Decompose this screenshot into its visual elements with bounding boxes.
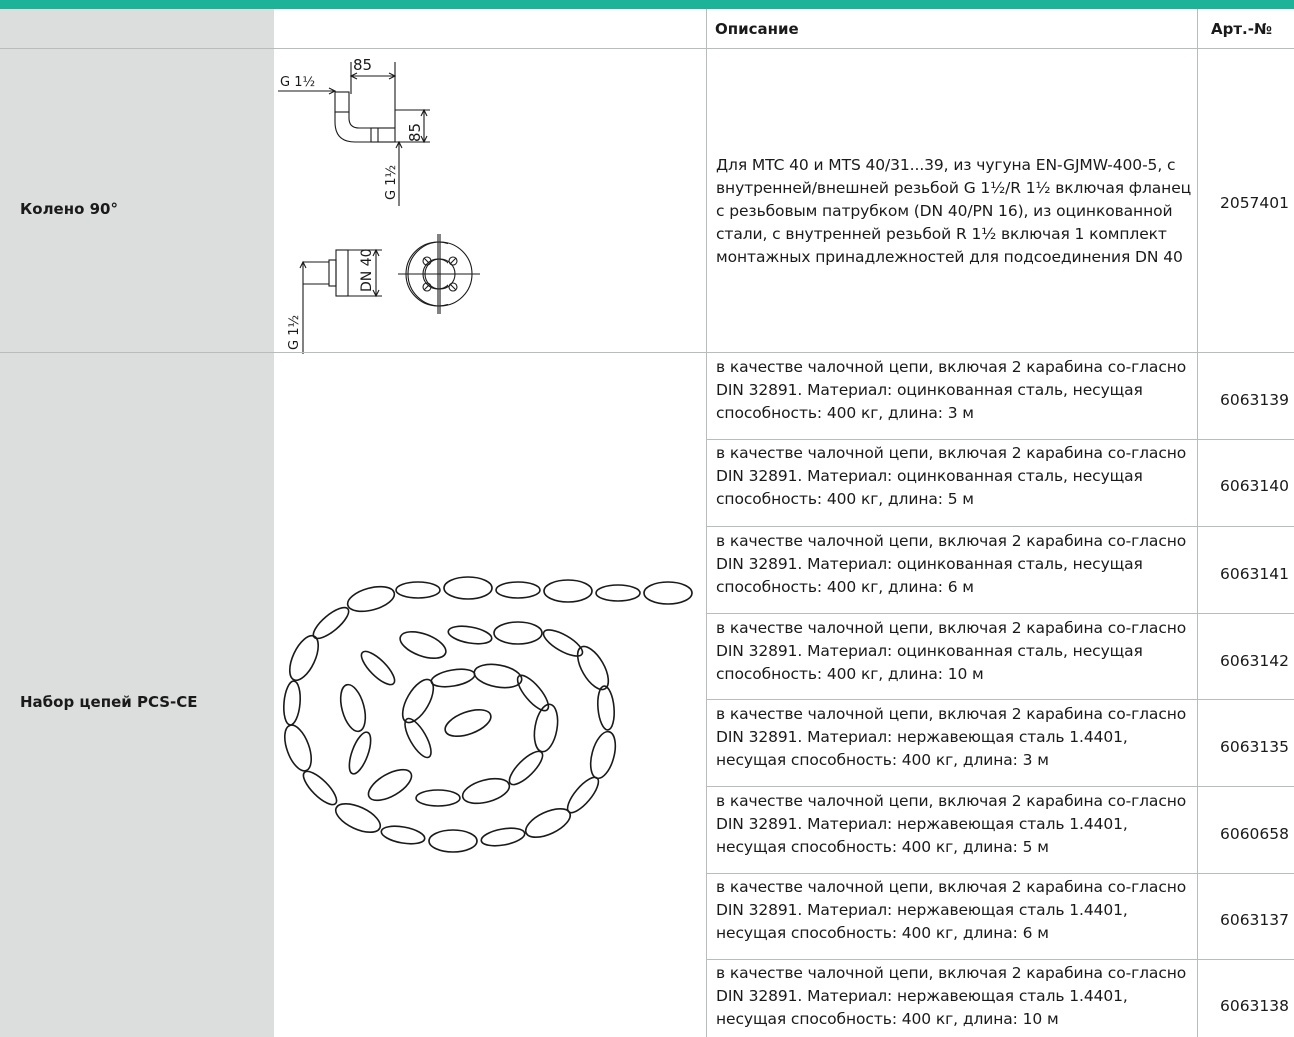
thread-label-vertical: G 1½ [384,165,399,200]
row-divider-chain-3 [706,613,1294,614]
top-accent-bar [0,0,1294,9]
chain-row-6-description: в качестве чалочной цепи, включая 2 кара… [716,792,1187,856]
chain-row-7-article: 6063137 [1219,911,1289,929]
row-divider-chain-1 [706,439,1294,440]
chain-row-1-article: 6063139 [1219,391,1289,409]
chain-row-8-description: в качестве чалочной цепи, включая 2 кара… [716,964,1187,1028]
header-name-cell [0,9,274,49]
product-name-column [0,49,274,1037]
chain-row-2-article: 6063140 [1219,477,1289,495]
flange-thread-label: G 1½ [287,315,302,350]
product-name-elbow: Колено 90° [20,200,118,218]
column-divider-article [1197,9,1198,1037]
chain-row-4-description: в качестве чалочной цепи, включая 2 кара… [716,619,1187,683]
chain-row-7-description: в качестве чалочной цепи, включая 2 кара… [716,878,1187,942]
dim-85-top: 85 [353,56,372,74]
chain-row-3-description: в качестве чалочной цепи, включая 2 кара… [716,532,1187,596]
chain-row-5-article: 6063135 [1219,738,1289,756]
chain-row-6-article: 6060658 [1219,825,1289,843]
header-description: Описание [715,20,799,38]
row-divider-chain-2 [706,526,1294,527]
dim-85-side: 85 [406,123,424,142]
elbow-description: Для MTC 40 и MTS 40/31...39, из чугуна E… [716,156,1192,266]
chain-row-2-description: в качестве чалочной цепи, включая 2 кара… [716,444,1187,508]
row-divider-chain-5 [706,786,1294,787]
row-divider-header [0,48,1294,49]
chain-illustration [283,576,693,853]
thread-label-top: G 1½ [280,75,315,90]
row-divider-elbow [0,352,1294,353]
elbow-article: 2057401 [1219,194,1289,212]
chain-row-1-description: в качестве чалочной цепи, включая 2 кара… [716,358,1187,422]
column-divider-description [706,9,707,1037]
chain-row-4-article: 6063142 [1219,652,1289,670]
header-article: Арт.-№ [1211,20,1273,38]
chain-row-3-article: 6063141 [1219,565,1289,583]
flange-dn-label: DN 40 [359,248,375,292]
row-divider-chain-4 [706,699,1294,700]
chain-row-8-article: 6063138 [1219,997,1289,1015]
flange-front-view [400,234,480,314]
product-name-chain-set: Набор цепей PCS-CE [20,693,198,711]
row-divider-chain-6 [706,873,1294,874]
row-divider-chain-7 [706,959,1294,960]
chain-row-5-description: в качестве чалочной цепи, включая 2 кара… [716,705,1187,769]
